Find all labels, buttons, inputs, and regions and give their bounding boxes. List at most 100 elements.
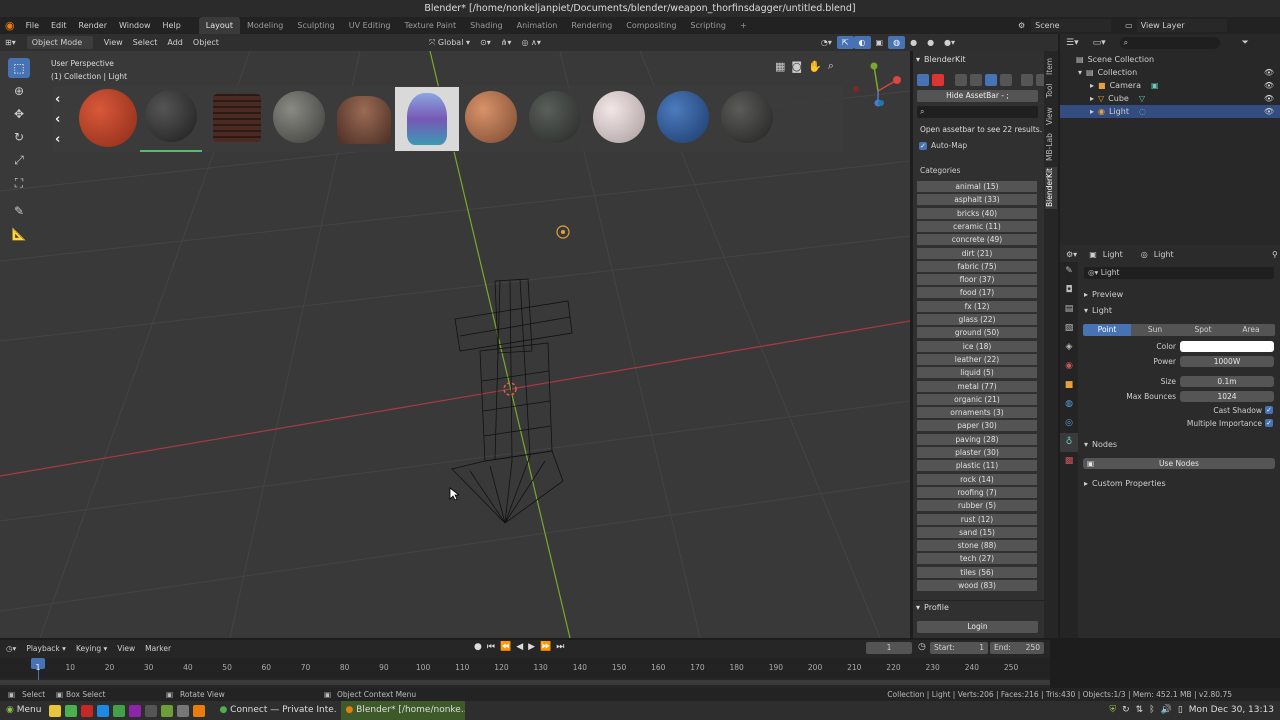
gizmo-toggle-icon[interactable]: ⇱	[836, 36, 854, 49]
task-browser[interactable]: ● Connect — Private Inte...	[215, 701, 337, 720]
world-tab-icon[interactable]: ◉	[1060, 357, 1078, 376]
category-button[interactable]: tiles (56)	[917, 566, 1037, 578]
app-launcher-icon[interactable]	[177, 704, 190, 717]
tab-rendering[interactable]: Rendering	[564, 17, 619, 34]
power-field[interactable]: 1000W	[1180, 356, 1274, 367]
shading-wireframe-icon[interactable]: ◍	[888, 36, 906, 49]
tab-mblab[interactable]: MB-Lab	[1045, 131, 1057, 163]
tab-compositing[interactable]: Compositing	[619, 17, 683, 34]
app-launcher-icon[interactable]	[81, 704, 94, 717]
menu-view[interactable]: View	[117, 644, 135, 653]
blenderkit-panel-header[interactable]: ▾ BlenderKit	[916, 55, 966, 64]
brush-type-icon[interactable]	[1000, 74, 1012, 86]
light-section-header[interactable]: ▾ Light	[1084, 306, 1112, 315]
preview-range-icon[interactable]: ◷	[918, 642, 926, 652]
page-back-icon[interactable]: ‹	[55, 130, 60, 150]
prev-keyframe-icon[interactable]: ⏪	[500, 642, 511, 652]
asset-thumbnail[interactable]	[79, 89, 137, 147]
editor-type-icon[interactable]: ⊞▾	[0, 36, 21, 49]
asset-thumbnail[interactable]	[213, 94, 261, 142]
tab-uv-editing[interactable]: UV Editing	[342, 17, 398, 34]
scene-tab-icon[interactable]: ◈	[1060, 338, 1078, 357]
menu-keying[interactable]: Keying ▾	[76, 644, 107, 653]
eye-icon[interactable]: 👁	[1264, 68, 1274, 77]
close-icon[interactable]	[932, 74, 944, 86]
tool-settings-tab-icon[interactable]: ✎	[1060, 262, 1078, 281]
app-launcher-icon[interactable]	[145, 704, 158, 717]
category-button[interactable]: fx (12)	[917, 300, 1037, 312]
app-launcher-icon[interactable]	[97, 704, 110, 717]
app-launcher-icon[interactable]	[161, 704, 174, 717]
category-button[interactable]: rock (14)	[917, 473, 1037, 485]
measure-tool-icon[interactable]: 📐	[8, 224, 30, 244]
tree-row-camera[interactable]: ▸ ■ Camera ▣ 👁	[1060, 79, 1280, 92]
scene-type-icon[interactable]	[970, 74, 982, 86]
record-icon[interactable]: ●	[474, 642, 482, 652]
automap-checkbox[interactable]: ✓ Auto-Map	[919, 141, 967, 150]
next-keyframe-icon[interactable]: ⏩	[540, 642, 551, 652]
view-layer-icon[interactable]: ▭	[1125, 21, 1133, 30]
shading-material-icon[interactable]: ●	[922, 36, 939, 49]
bluetooth-icon[interactable]: ᛒ	[1149, 701, 1154, 720]
tree-row-light[interactable]: ▸ ◉ Light ◌ 👁	[1060, 105, 1280, 118]
zoom-icon[interactable]: ⌕	[828, 59, 834, 73]
menu-object[interactable]: Object	[188, 36, 224, 49]
category-button[interactable]: wood (83)	[917, 580, 1037, 591]
asset-thumbnail[interactable]	[273, 91, 325, 143]
editor-type-icon[interactable]: ◷▾	[6, 644, 16, 653]
grid-view-icon[interactable]: ▦	[775, 60, 785, 73]
light-type-area[interactable]: Area	[1227, 324, 1275, 336]
menu-playback[interactable]: Playback ▾	[26, 644, 66, 653]
use-nodes-button[interactable]: ▣ Use Nodes	[1083, 458, 1275, 469]
select-box-tool-icon[interactable]: ⬚	[8, 58, 30, 78]
display-mode-icon[interactable]: ▭▾	[1093, 38, 1106, 48]
update-icon[interactable]: ↻	[1122, 701, 1130, 720]
app-launcher-icon[interactable]	[49, 704, 62, 717]
category-button[interactable]: ornaments (3)	[917, 407, 1037, 419]
task-blender[interactable]: ● Blender* [/home/nonke...	[341, 701, 466, 720]
app-launcher-icon[interactable]	[65, 704, 78, 717]
tab-tool[interactable]: Tool	[1045, 81, 1057, 101]
pin-icon[interactable]: ⚲	[1272, 250, 1278, 259]
tab-modeling[interactable]: Modeling	[240, 17, 290, 34]
multiple-importance-checkbox[interactable]: ✓	[1265, 419, 1273, 427]
move-tool-icon[interactable]: ✥	[8, 104, 30, 124]
light-type-sun[interactable]: Sun	[1131, 324, 1179, 336]
eye-icon[interactable]: 👁	[1264, 94, 1274, 103]
menu-help[interactable]: Help	[157, 17, 187, 34]
pivot-icon[interactable]: ⊙▾	[475, 36, 496, 49]
category-button[interactable]: paving (28)	[917, 433, 1037, 445]
tree-row-scene-collection[interactable]: ▤ Scene Collection	[1060, 53, 1280, 66]
end-frame-field[interactable]: End: 250	[990, 642, 1044, 654]
page-back-icon[interactable]: ‹	[55, 110, 60, 130]
category-button[interactable]: rust (12)	[917, 513, 1037, 525]
category-button[interactable]: animal (15)	[917, 181, 1037, 192]
hide-assetbar-button[interactable]: Hide AssetBar - ;	[917, 90, 1038, 102]
asset-thumbnail[interactable]	[337, 96, 391, 144]
category-button[interactable]: plaster (30)	[917, 447, 1037, 458]
current-frame-field[interactable]: 1	[866, 642, 912, 654]
battery-icon[interactable]: ▯	[1178, 701, 1183, 720]
category-button[interactable]: ground (50)	[917, 327, 1037, 339]
light-data-tab-icon[interactable]: ♁	[1060, 433, 1078, 452]
menu-window[interactable]: Window	[113, 17, 157, 34]
tab-animation[interactable]: Animation	[510, 17, 565, 34]
custom-properties-header[interactable]: ▸ Custom Properties	[1084, 479, 1166, 488]
search-mode-icon[interactable]	[917, 74, 929, 86]
overlay-toggle-icon[interactable]: ◐	[853, 36, 871, 49]
category-button[interactable]: concrete (49)	[917, 234, 1037, 246]
asset-thumbnail[interactable]	[145, 90, 197, 142]
category-button[interactable]: fabric (75)	[917, 260, 1037, 272]
orientation-dropdown[interactable]: ⤧ Global ▾	[424, 36, 475, 49]
object-mode-dropdown[interactable]: Object Mode ▾	[26, 36, 93, 60]
shield-icon[interactable]: ⛨	[1109, 701, 1116, 720]
scene-selector[interactable]: ⚙ Scene ▭ View Layer	[1018, 17, 1227, 34]
start-menu-button[interactable]: ◉ Menu	[0, 701, 47, 720]
light-type-spot[interactable]: Spot	[1179, 324, 1227, 336]
tab-sculpting[interactable]: Sculpting	[290, 17, 341, 34]
category-button[interactable]: dirt (21)	[917, 247, 1037, 259]
category-button[interactable]: metal (77)	[917, 380, 1037, 392]
nodes-section-header[interactable]: ▾ Nodes	[1084, 440, 1117, 449]
menu-add[interactable]: Add	[162, 36, 188, 49]
category-button[interactable]: rubber (5)	[917, 500, 1037, 512]
